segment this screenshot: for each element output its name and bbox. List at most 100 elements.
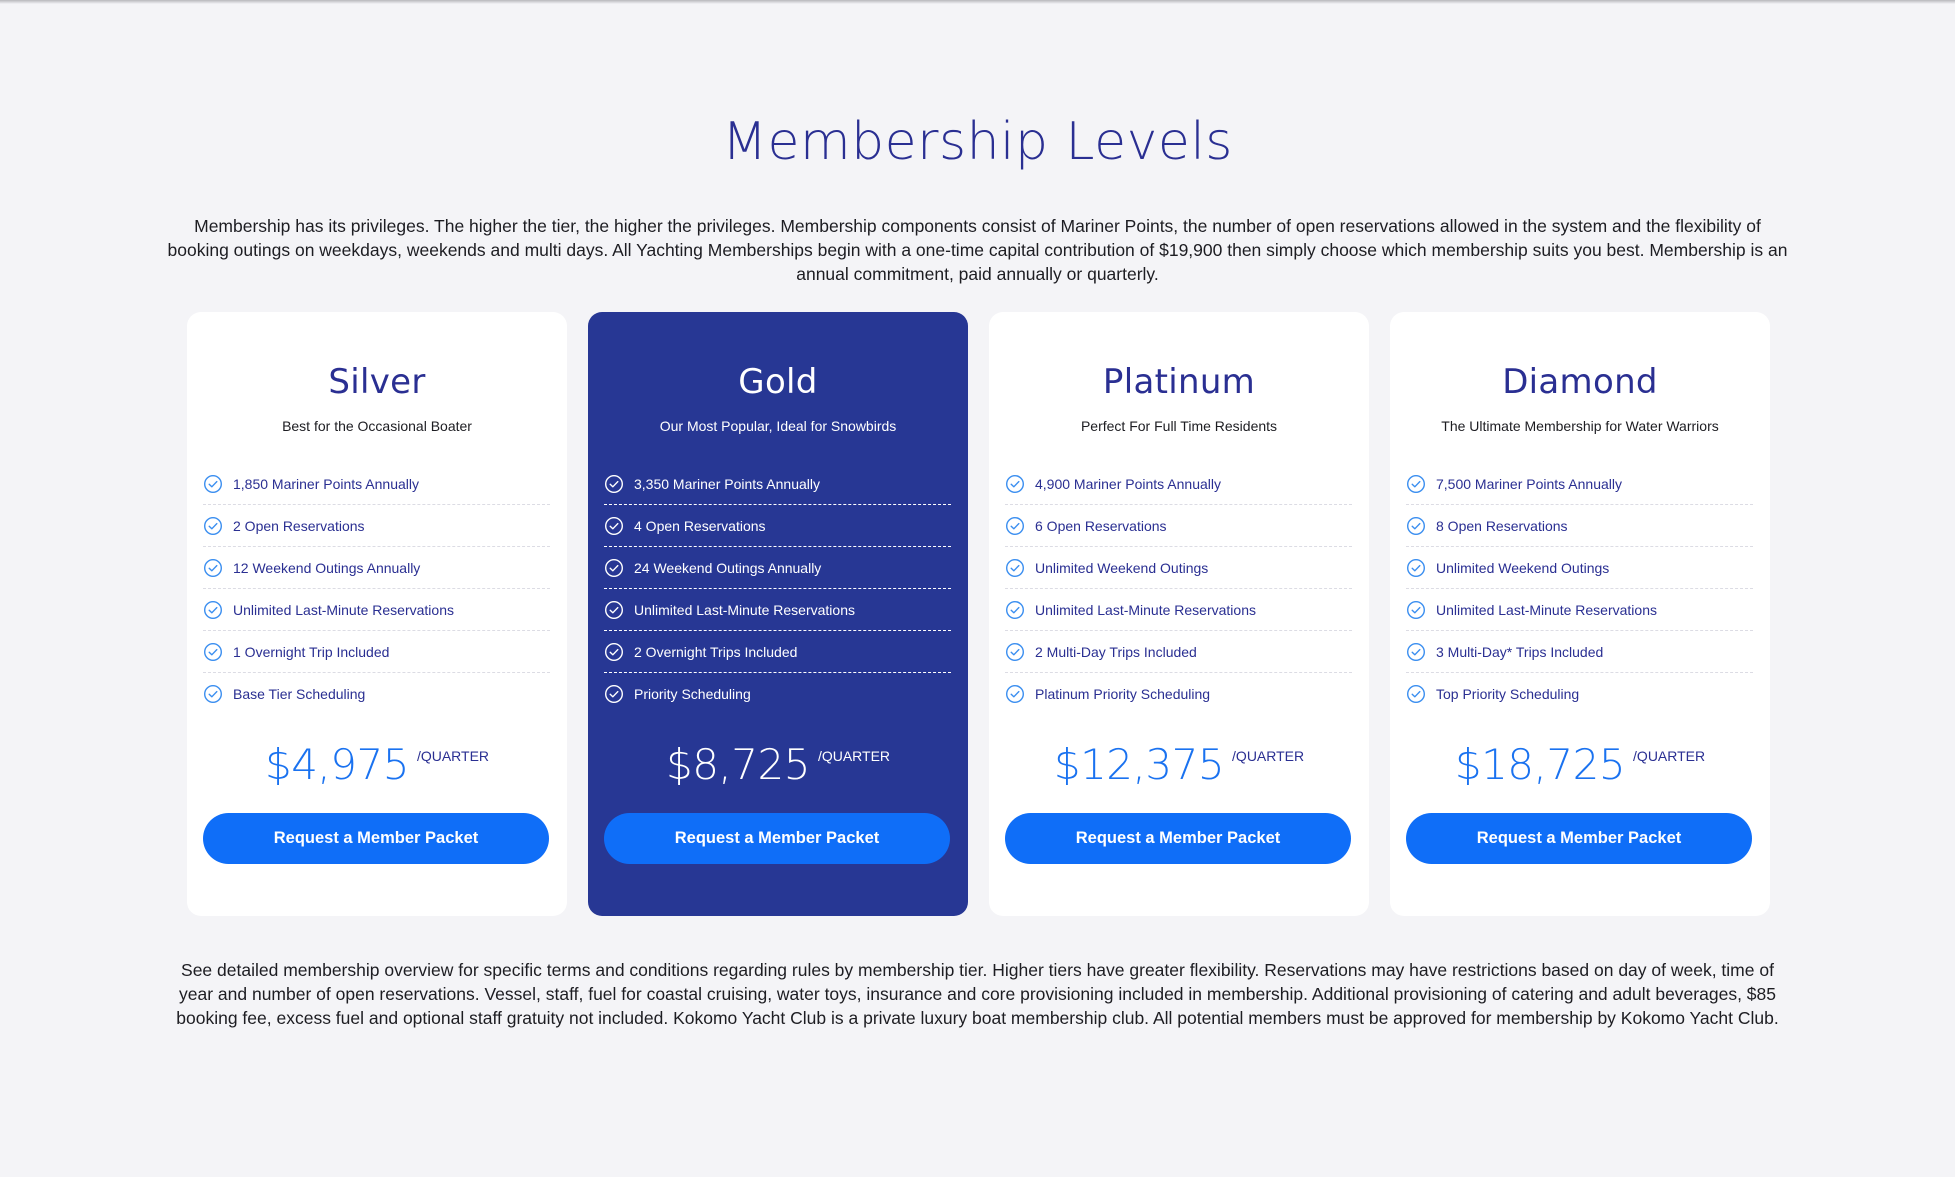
- feature-label: 1,850 Mariner Points Annually: [233, 475, 419, 492]
- tier-name: Platinum: [1102, 362, 1256, 402]
- feature-label: 3 Multi-Day* Trips Included: [1436, 643, 1604, 660]
- price-period: /QUARTER: [1633, 748, 1706, 764]
- membership-cards: Silver Best for the Occasional Boater 1,…: [187, 312, 1770, 916]
- price-row: $8,725 /QUARTER: [588, 740, 968, 789]
- feature-label: Priority Scheduling: [634, 686, 751, 702]
- check-circle-icon: [604, 516, 624, 536]
- check-circle-icon: [203, 642, 223, 662]
- check-circle-icon: [1005, 558, 1025, 578]
- price-amount: $8,725: [665, 740, 810, 789]
- feature-item: 3,350 Mariner Points Annually: [604, 463, 951, 505]
- price-period: /QUARTER: [1232, 748, 1305, 764]
- check-circle-icon: [1406, 642, 1426, 662]
- check-circle-icon: [1406, 516, 1426, 536]
- feature-label: Platinum Priority Scheduling: [1035, 686, 1211, 702]
- feature-label: 4 Open Reservations: [634, 517, 766, 534]
- feature-label: Top Priority Scheduling: [1436, 686, 1580, 702]
- feature-label: 1 Overnight Trip Included: [233, 643, 390, 660]
- feature-label: 24 Weekend Outings Annually: [634, 559, 822, 576]
- feature-item: 7,500 Mariner Points Annually: [1406, 463, 1753, 505]
- check-circle-icon: [203, 558, 223, 578]
- tier-subtitle: Perfect For Full Time Residents: [1080, 418, 1278, 434]
- price-amount: $18,725: [1454, 740, 1626, 789]
- check-circle-icon: [1406, 474, 1426, 494]
- feature-item: Unlimited Weekend Outings: [1406, 547, 1753, 589]
- feature-item: 2 Open Reservations: [203, 505, 550, 547]
- feature-label: Unlimited Last-Minute Reservations: [1035, 601, 1256, 618]
- tier-name: Diamond: [1502, 362, 1658, 402]
- check-circle-icon: [604, 558, 624, 578]
- tier-subtitle: The Ultimate Membership for Water Warrio…: [1441, 418, 1719, 434]
- tier-card-platinum: Platinum Perfect For Full Time Residents…: [989, 312, 1369, 916]
- check-circle-icon: [1005, 516, 1025, 536]
- feature-item: 6 Open Reservations: [1005, 505, 1352, 547]
- feature-item: 2 Overnight Trips Included: [604, 631, 951, 673]
- feature-item: 4,900 Mariner Points Annually: [1005, 463, 1352, 505]
- feature-item: 1 Overnight Trip Included: [203, 631, 550, 673]
- request-packet-button-silver[interactable]: Request a Member Packet: [203, 813, 549, 864]
- check-circle-icon: [604, 474, 624, 494]
- feature-list: 3,350 Mariner Points Annually 4 Open Res…: [604, 463, 951, 715]
- feature-label: 8 Open Reservations: [1436, 517, 1568, 534]
- feature-label: 7,500 Mariner Points Annually: [1436, 475, 1622, 492]
- feature-label: 2 Open Reservations: [233, 517, 365, 534]
- check-circle-icon: [604, 600, 624, 620]
- check-circle-icon: [203, 474, 223, 494]
- top-edge-shadow: [0, 0, 1955, 4]
- feature-item: Unlimited Last-Minute Reservations: [203, 589, 550, 631]
- feature-item: Top Priority Scheduling: [1406, 673, 1753, 715]
- feature-item: 24 Weekend Outings Annually: [604, 547, 951, 589]
- tier-subtitle: Best for the Occasional Boater: [282, 418, 472, 434]
- feature-list: 4,900 Mariner Points Annually 6 Open Res…: [1005, 463, 1352, 715]
- request-packet-button-diamond[interactable]: Request a Member Packet: [1406, 813, 1752, 864]
- feature-item: Platinum Priority Scheduling: [1005, 673, 1352, 715]
- page-title: Membership Levels: [722, 112, 1233, 172]
- feature-label: Unlimited Last-Minute Reservations: [634, 601, 855, 618]
- price-row: $4,975 /QUARTER: [187, 740, 567, 789]
- feature-item: 4 Open Reservations: [604, 505, 951, 547]
- feature-label: 12 Weekend Outings Annually: [233, 559, 421, 576]
- price-row: $12,375 /QUARTER: [989, 740, 1369, 789]
- feature-item: 2 Multi-Day Trips Included: [1005, 631, 1352, 673]
- feature-label: Unlimited Last-Minute Reservations: [1436, 601, 1657, 618]
- feature-label: Unlimited Weekend Outings: [1436, 559, 1610, 576]
- check-circle-icon: [1406, 684, 1426, 704]
- feature-item: Priority Scheduling: [604, 673, 951, 715]
- tier-name: Silver: [328, 362, 426, 402]
- feature-item: Unlimited Last-Minute Reservations: [604, 589, 951, 631]
- feature-label: 2 Multi-Day Trips Included: [1035, 643, 1197, 660]
- tier-subtitle: Our Most Popular, Ideal for Snowbirds: [659, 418, 897, 434]
- check-circle-icon: [203, 684, 223, 704]
- price-amount: $4,975: [264, 740, 409, 789]
- tier-card-silver: Silver Best for the Occasional Boater 1,…: [187, 312, 567, 916]
- price-row: $18,725 /QUARTER: [1390, 740, 1770, 789]
- check-circle-icon: [604, 684, 624, 704]
- check-circle-icon: [1005, 600, 1025, 620]
- feature-item: 8 Open Reservations: [1406, 505, 1753, 547]
- feature-item: 3 Multi-Day* Trips Included: [1406, 631, 1753, 673]
- feature-label: 2 Overnight Trips Included: [634, 643, 798, 660]
- request-packet-button-platinum[interactable]: Request a Member Packet: [1005, 813, 1351, 864]
- intro-paragraph: Membership has its privileges. The highe…: [167, 216, 1788, 284]
- check-circle-icon: [203, 516, 223, 536]
- feature-label: Unlimited Weekend Outings: [1035, 559, 1209, 576]
- terms-footnote: See detailed membership overview for spe…: [176, 960, 1779, 1028]
- feature-label: Base Tier Scheduling: [233, 686, 366, 702]
- request-packet-button-gold[interactable]: Request a Member Packet: [604, 813, 950, 864]
- price-amount: $12,375: [1053, 740, 1225, 789]
- check-circle-icon: [1406, 558, 1426, 578]
- feature-item: 12 Weekend Outings Annually: [203, 547, 550, 589]
- price-period: /QUARTER: [416, 748, 490, 764]
- feature-item: Unlimited Last-Minute Reservations: [1406, 589, 1753, 631]
- tier-card-gold: Gold Our Most Popular, Ideal for Snowbir…: [588, 312, 968, 916]
- feature-list: 1,850 Mariner Points Annually 2 Open Res…: [203, 463, 550, 715]
- price-period: /QUARTER: [817, 748, 891, 764]
- feature-item: Base Tier Scheduling: [203, 673, 550, 715]
- tier-card-diamond: Diamond The Ultimate Membership for Wate…: [1390, 312, 1770, 916]
- tier-name: Gold: [738, 362, 818, 402]
- check-circle-icon: [1005, 642, 1025, 662]
- feature-label: 3,350 Mariner Points Annually: [634, 475, 820, 492]
- feature-item: 1,850 Mariner Points Annually: [203, 463, 550, 505]
- feature-label: 4,900 Mariner Points Annually: [1035, 475, 1221, 492]
- check-circle-icon: [203, 600, 223, 620]
